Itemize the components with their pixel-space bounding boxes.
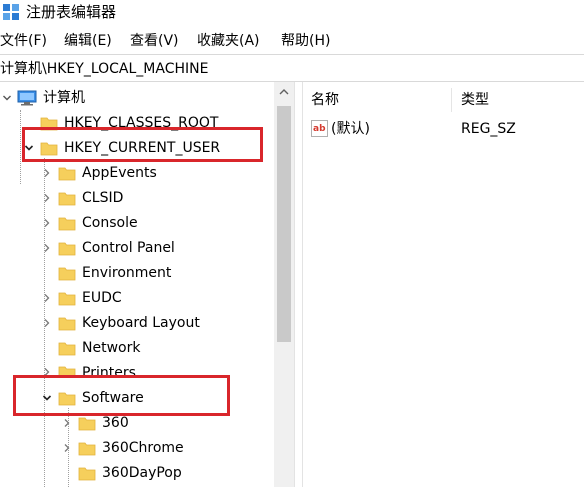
title-bar: 注册表编辑器 [0, 0, 584, 28]
pane-splitter[interactable] [294, 82, 303, 487]
chevron-right-icon[interactable] [22, 116, 36, 130]
tree-item-label: HKEY_CURRENT_USER [64, 139, 221, 156]
chevron-down-icon[interactable] [40, 391, 54, 405]
folder-icon [78, 440, 96, 456]
no-expander [60, 466, 74, 480]
tree-item-label: AppEvents [82, 164, 157, 181]
tree-item-label: Network [82, 339, 141, 356]
menu-edit[interactable]: 编辑(E) [64, 31, 112, 51]
tree-item-label: Control Panel [82, 239, 175, 256]
value-type: REG_SZ [461, 121, 516, 137]
chevron-right-icon[interactable] [40, 365, 54, 376]
tree-item-clsid[interactable]: CLSID [40, 185, 123, 210]
key-tree: 计算机 HKEY_CLASSES_ROOT HKEY_CURRENT_USER … [0, 82, 294, 487]
address-bar[interactable]: 计算机\HKEY_LOCAL_MACHINE [0, 54, 584, 82]
tree-item-label: 360DayPop [102, 464, 182, 481]
tree-item-appevents[interactable]: AppEvents [40, 160, 157, 185]
folder-icon [58, 190, 76, 206]
folder-icon [78, 465, 96, 481]
menu-view[interactable]: 查看(V) [130, 31, 179, 51]
tree-item-console[interactable]: Console [40, 210, 138, 235]
address-path[interactable]: 计算机\HKEY_LOCAL_MACHINE [0, 59, 208, 79]
menu-help[interactable]: 帮助(H) [281, 31, 330, 51]
tree-item-label: Environment [82, 264, 172, 281]
svg-text:ab: ab [313, 124, 326, 134]
no-expander [40, 266, 54, 280]
tree-item-eudc[interactable]: EUDC [40, 285, 122, 310]
folder-icon [58, 340, 76, 356]
tree-item-hkey-current-user[interactable]: HKEY_CURRENT_USER [22, 135, 220, 160]
tree-item-label: 计算机 [43, 89, 85, 106]
tree-item-label: 360Chrome [102, 439, 184, 456]
tree-item-360[interactable]: 360 [60, 410, 129, 435]
tree-item-hkey-classes-root[interactable]: HKEY_CLASSES_ROOT [22, 110, 218, 135]
column-divider[interactable] [451, 88, 452, 112]
folder-icon [58, 240, 76, 256]
chevron-right-icon[interactable] [40, 191, 54, 205]
folder-icon [58, 215, 76, 231]
string-value-icon: ab [311, 120, 328, 137]
no-expander [40, 341, 54, 355]
chevron-right-icon[interactable] [40, 291, 54, 305]
tree-item-label: EUDC [82, 289, 122, 306]
folder-icon [58, 165, 76, 181]
tree-item-software[interactable]: Software [40, 385, 144, 410]
tree-item-label: HKEY_CLASSES_ROOT [64, 114, 219, 131]
tree-item-360chrome[interactable]: 360Chrome [60, 435, 184, 460]
computer-icon [17, 90, 37, 105]
chevron-down-icon[interactable] [0, 91, 14, 105]
folder-icon [40, 140, 58, 156]
tree-guide-line [20, 110, 21, 184]
menu-favorites[interactable]: 收藏夹(A) [197, 31, 260, 51]
chevron-right-icon[interactable] [40, 166, 54, 180]
folder-icon [58, 315, 76, 331]
registry-editor-icon [3, 4, 19, 20]
folder-icon [58, 390, 76, 406]
chevron-right-icon[interactable] [40, 316, 54, 330]
chevron-right-icon[interactable] [60, 441, 74, 455]
scroll-up-button[interactable] [274, 82, 294, 102]
tree-item-keyboard-layout[interactable]: Keyboard Layout [40, 310, 200, 335]
folder-icon [58, 290, 76, 306]
chevron-right-icon[interactable] [40, 216, 54, 230]
chevron-right-icon[interactable] [40, 241, 54, 255]
tree-item-label: Console [82, 214, 138, 231]
tree-item-label: Keyboard Layout [82, 314, 200, 331]
value-name: (默认) [331, 121, 370, 137]
tree-item-label: 360 [102, 414, 129, 431]
chevron-right-icon[interactable] [60, 416, 74, 430]
tree-item-printers[interactable]: Printers [40, 360, 136, 376]
column-header-type[interactable]: 类型 [461, 90, 489, 110]
folder-icon [40, 115, 58, 131]
menu-file[interactable]: 文件(F) [0, 31, 47, 51]
tree-item-environment[interactable]: Environment [40, 260, 171, 285]
tree-item-label: CLSID [82, 189, 124, 206]
folder-icon [58, 265, 76, 281]
tree-scrollbar[interactable] [274, 82, 294, 487]
scroll-thumb[interactable] [277, 106, 291, 342]
tree-item-label: Printers [82, 365, 136, 376]
chevron-down-icon[interactable] [22, 141, 36, 155]
tree-item-label: Software [82, 389, 144, 406]
value-row[interactable]: ab (默认) REG_SZ [303, 118, 584, 140]
folder-icon [78, 415, 96, 431]
values-list: 名称 类型 ab (默认) REG_SZ [303, 82, 584, 487]
tree-item-network[interactable]: Network [40, 335, 140, 360]
tree-item-360daypop[interactable]: 360DayPop [60, 460, 182, 485]
folder-icon [58, 364, 76, 376]
tree-item-control-panel[interactable]: Control Panel [40, 235, 175, 260]
chevron-up-icon [279, 89, 289, 95]
tree-item-computer[interactable]: 计算机 [0, 85, 85, 110]
column-header-name[interactable]: 名称 [311, 90, 339, 110]
window-title: 注册表编辑器 [26, 3, 117, 21]
menu-bar: 文件(F) 编辑(E) 查看(V) 收藏夹(A) 帮助(H) [0, 28, 584, 54]
